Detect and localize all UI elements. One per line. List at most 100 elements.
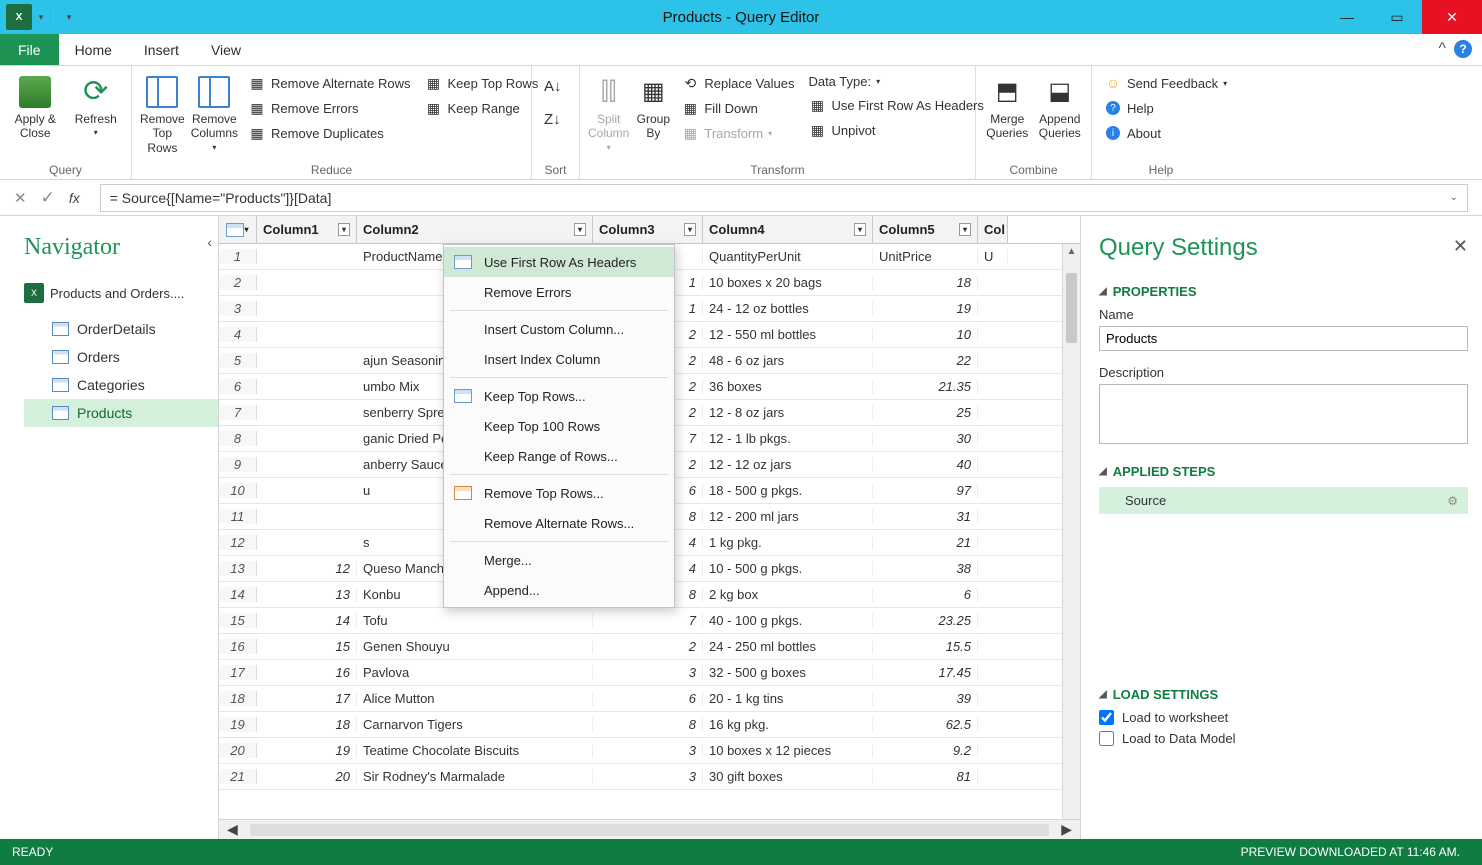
quick-access-dropdown[interactable]: ▾: [35, 7, 47, 27]
fx-icon[interactable]: fx: [69, 190, 80, 206]
replace-icon: ⟲: [681, 74, 699, 92]
tab-insert[interactable]: Insert: [128, 34, 195, 65]
table-icon: [226, 223, 244, 237]
expand-formula-icon[interactable]: ⌄: [1450, 192, 1458, 203]
cancel-formula-icon[interactable]: ✕: [14, 189, 27, 207]
data-type-button[interactable]: Data Type: ▾: [804, 72, 987, 91]
tab-home[interactable]: Home: [59, 34, 128, 65]
nav-root[interactable]: X Products and Orders....: [24, 279, 218, 307]
column-header-5[interactable]: Column5▾: [873, 216, 978, 243]
append-queries-button[interactable]: ⬓ Append Queries: [1037, 70, 1084, 141]
scroll-left-icon[interactable]: ◀: [221, 821, 244, 838]
context-menu-item[interactable]: Insert Index Column: [444, 344, 674, 374]
gear-icon[interactable]: ⚙: [1447, 494, 1458, 508]
context-menu-item[interactable]: Append...: [444, 575, 674, 605]
quick-access-dropdown-2[interactable]: ▾: [63, 7, 75, 27]
table-row[interactable]: 1716Pavlova332 - 500 g boxes17.45: [219, 660, 1080, 686]
select-all-corner[interactable]: ▾: [219, 216, 257, 243]
help-button[interactable]: ?Help: [1100, 97, 1231, 119]
query-name-input[interactable]: [1099, 326, 1468, 351]
remove-errors-button[interactable]: ▦Remove Errors: [244, 97, 414, 119]
close-button[interactable]: ✕: [1422, 0, 1482, 34]
scroll-right-icon[interactable]: ▶: [1055, 821, 1078, 838]
nav-item-products[interactable]: Products: [24, 399, 218, 427]
table-row[interactable]: 1918Carnarvon Tigers816 kg pkg.62.5: [219, 712, 1080, 738]
step-source[interactable]: Source ⚙: [1099, 487, 1468, 514]
load-to-data-model-row[interactable]: Load to Data Model: [1099, 731, 1468, 746]
unpivot-button[interactable]: ▦Unpivot: [804, 119, 987, 141]
context-menu-item[interactable]: Keep Range of Rows...: [444, 441, 674, 471]
context-menu-item[interactable]: Keep Top Rows...: [444, 381, 674, 411]
table-row[interactable]: 1514Tofu740 - 100 g pkgs.23.25: [219, 608, 1080, 634]
context-menu-item[interactable]: Insert Custom Column...: [444, 314, 674, 344]
context-menu-item[interactable]: Use First Row As Headers: [444, 247, 674, 277]
apply-close-button[interactable]: Apply & Close: [8, 70, 63, 141]
keep-top-rows-button[interactable]: ▦Keep Top Rows: [421, 72, 543, 94]
group-by-button[interactable]: ▦ Group By: [635, 70, 671, 141]
load-settings-section[interactable]: ◢LOAD SETTINGS: [1099, 687, 1468, 702]
filter-icon[interactable]: ▾: [684, 223, 696, 236]
load-to-worksheet-row[interactable]: Load to worksheet: [1099, 710, 1468, 725]
formula-input[interactable]: = Source{[Name="Products"]}[Data] ⌄: [100, 184, 1468, 212]
column-header-3[interactable]: Column3▾: [593, 216, 703, 243]
description-input[interactable]: [1099, 384, 1468, 444]
remove-duplicates-button[interactable]: ▦Remove Duplicates: [244, 122, 414, 144]
filter-icon[interactable]: ▾: [338, 223, 350, 236]
refresh-button[interactable]: ⟳ Refresh ▾: [69, 70, 124, 138]
sort-asc-button[interactable]: A↓: [540, 76, 566, 97]
about-button[interactable]: iAbout: [1100, 122, 1231, 144]
remove-alternate-rows-button[interactable]: ▦Remove Alternate Rows: [244, 72, 414, 94]
column-header-1[interactable]: Column1▾: [257, 216, 357, 243]
file-tab[interactable]: File: [0, 34, 59, 65]
collapse-ribbon-icon[interactable]: ^: [1438, 40, 1446, 58]
collapse-navigator-icon[interactable]: ‹: [207, 234, 212, 250]
merge-queries-button[interactable]: ⬒ Merge Queries: [984, 70, 1031, 141]
remove-top-rows-button[interactable]: Remove Top Rows: [140, 70, 185, 155]
transform-menu-button[interactable]: ▦Transform ▾: [677, 122, 798, 144]
send-feedback-button[interactable]: ☺Send Feedback ▾: [1100, 72, 1231, 94]
filter-icon[interactable]: ▾: [854, 223, 866, 236]
unpivot-icon: ▦: [808, 121, 826, 139]
context-menu-item[interactable]: Remove Alternate Rows...: [444, 508, 674, 538]
vertical-scrollbar[interactable]: ▲: [1062, 244, 1080, 819]
horizontal-scrollbar[interactable]: ◀ ▶: [219, 819, 1080, 839]
context-menu-item[interactable]: Keep Top 100 Rows: [444, 411, 674, 441]
context-menu-item[interactable]: Remove Top Rows...: [444, 478, 674, 508]
fill-down-button[interactable]: ▦Fill Down: [677, 97, 798, 119]
table-row[interactable]: 2120Sir Rodney's Marmalade330 gift boxes…: [219, 764, 1080, 790]
scrollbar-thumb-h[interactable]: [250, 824, 1049, 836]
context-menu-item[interactable]: Merge...: [444, 545, 674, 575]
table-row[interactable]: 1817Alice Mutton620 - 1 kg tins39: [219, 686, 1080, 712]
menu-item-label: Append...: [484, 583, 540, 598]
ribbon: Apply & Close ⟳ Refresh ▾ Query Remove T…: [0, 66, 1482, 180]
nav-item-orders[interactable]: Orders: [24, 343, 218, 371]
help-icon[interactable]: ?: [1454, 40, 1472, 58]
load-worksheet-checkbox[interactable]: [1099, 710, 1114, 725]
close-settings-icon[interactable]: ✕: [1453, 236, 1468, 257]
sort-desc-button[interactable]: Z↓: [540, 109, 566, 130]
properties-section[interactable]: ◢PROPERTIES: [1099, 284, 1468, 299]
tab-view[interactable]: View: [195, 34, 257, 65]
maximize-button[interactable]: ▭: [1372, 0, 1422, 34]
table-row[interactable]: 1615Genen Shouyu224 - 250 ml bottles15.5: [219, 634, 1080, 660]
nav-item-categories[interactable]: Categories: [24, 371, 218, 399]
use-first-row-headers-button[interactable]: ▦Use First Row As Headers: [804, 94, 987, 116]
column-header-2[interactable]: Column2▾: [357, 216, 593, 243]
table-row[interactable]: 2019Teatime Chocolate Biscuits310 boxes …: [219, 738, 1080, 764]
nav-item-label: Products: [77, 405, 132, 421]
name-label: Name: [1099, 307, 1468, 322]
commit-formula-icon[interactable]: ✓: [41, 188, 55, 208]
applied-steps-section[interactable]: ◢APPLIED STEPS: [1099, 464, 1468, 479]
replace-values-button[interactable]: ⟲Replace Values: [677, 72, 798, 94]
context-menu-item[interactable]: Remove Errors: [444, 277, 674, 307]
minimize-button[interactable]: —: [1322, 0, 1372, 34]
remove-columns-button[interactable]: Remove Columns▾: [191, 70, 238, 152]
column-header-6[interactable]: Col: [978, 216, 1008, 243]
filter-icon[interactable]: ▾: [574, 223, 586, 236]
filter-icon[interactable]: ▾: [959, 223, 971, 236]
load-datamodel-checkbox[interactable]: [1099, 731, 1114, 746]
keep-range-button[interactable]: ▦Keep Range: [421, 97, 543, 119]
scrollbar-thumb[interactable]: [1066, 273, 1077, 343]
nav-item-orderdetails[interactable]: OrderDetails: [24, 315, 218, 343]
column-header-4[interactable]: Column4▾: [703, 216, 873, 243]
